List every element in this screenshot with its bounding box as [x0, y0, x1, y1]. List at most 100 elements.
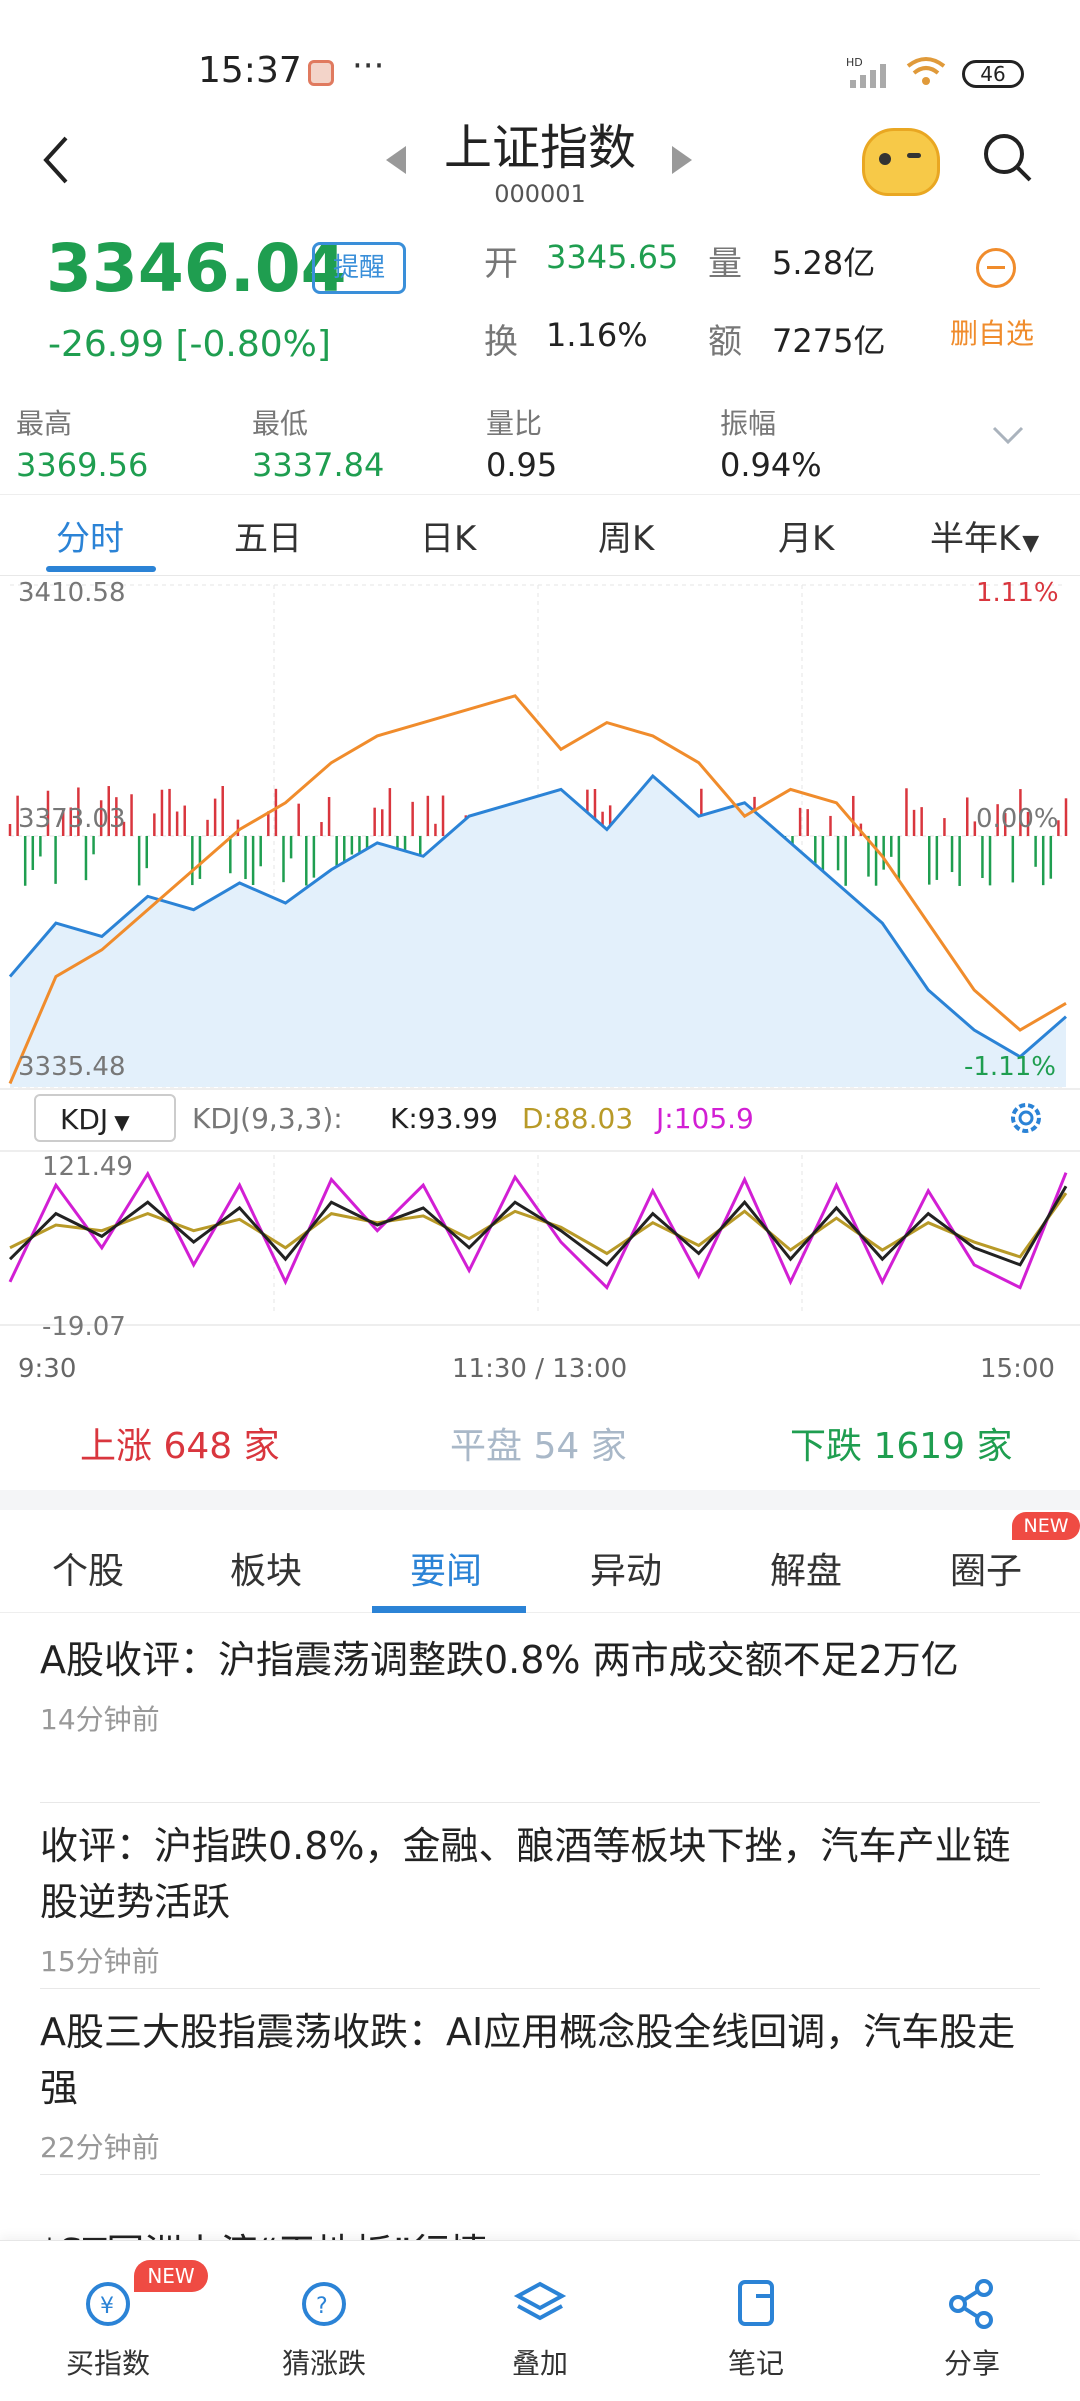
tab-5day[interactable]: 五日	[234, 511, 302, 560]
chevron-down-icon[interactable]	[988, 420, 1028, 450]
up-label: 上涨	[80, 1426, 153, 1467]
market-breadth: 上涨 648 家 平盘 54 家 下跌 1619 家	[0, 1395, 1080, 1485]
tab-headlines[interactable]: 要闻	[410, 1542, 482, 1594]
overlay-label: 叠加	[511, 2347, 568, 2380]
news-title: A股三大股指震荡收跌：AI应用概念股全线回调，汽车股走强	[40, 2010, 1016, 2110]
news-title: A股收评：沪指震荡调整跌0.8% 两市成交额不足2万亿	[40, 1638, 959, 1682]
tab-halfyear-label: 半年K	[930, 519, 1021, 559]
open-label: 开	[484, 244, 518, 284]
tab-active-indicator	[46, 566, 156, 572]
stat-amplitude-value: 0.94%	[720, 446, 822, 484]
intraday-chart[interactable]	[0, 575, 1080, 1345]
amount-label: 额	[708, 322, 742, 362]
guess-icon: ?	[302, 2282, 346, 2326]
buy-index-label: 买指数	[65, 2347, 150, 2380]
kdj-axis-bottom: -19.07	[42, 1312, 126, 1342]
search-icon[interactable]	[980, 130, 1034, 184]
kdj-d-line	[9, 1192, 1068, 1259]
turnover-label: 换	[484, 322, 518, 362]
stat-high-value: 3369.56	[16, 446, 149, 484]
down-unit: 家	[976, 1426, 1013, 1467]
volume-value: 5.28亿	[772, 244, 876, 282]
tab-halfyear[interactable]: 半年K▼	[930, 511, 1039, 560]
network-type: HD	[846, 56, 863, 69]
screen-record-icon	[308, 60, 334, 86]
mascot-icon[interactable]	[862, 128, 940, 196]
time-axis-mid: 11:30 / 13:00	[452, 1354, 628, 1384]
pct-axis-mid: 0.00%	[976, 804, 1059, 834]
price-axis-top: 3410.58	[18, 578, 126, 608]
news-item[interactable]: 收评：沪指跌0.8%，金融、酿酒等板块下挫，汽车产业链股逆势活跃 15分钟前	[40, 1818, 1040, 1980]
flat-label: 平盘	[450, 1426, 523, 1467]
tab-sectors[interactable]: 板块	[230, 1542, 302, 1594]
gear-icon[interactable]	[1004, 1096, 1048, 1140]
status-time: 15:37	[198, 50, 302, 91]
kdj-axis-top: 121.49	[42, 1152, 133, 1182]
news-divider	[40, 2174, 1040, 2175]
current-price: 3346.04	[46, 230, 347, 307]
up-count: 上涨 648 家	[80, 1417, 280, 1469]
news-divider	[40, 1988, 1040, 1989]
news-tab-indicator	[372, 1606, 526, 1613]
tab-monthly[interactable]: 月K	[778, 511, 834, 560]
chart-period-tabs: 分时 五日 日K 周K 月K 半年K▼	[0, 494, 1080, 576]
guess-button[interactable]: ? 猜涨跌	[254, 2276, 394, 2382]
pct-axis-top: 1.11%	[976, 578, 1059, 608]
turnover-value: 1.16%	[546, 316, 648, 354]
kdj-j-value: J:105.9	[656, 1102, 754, 1135]
flat-number: 54	[533, 1426, 580, 1467]
stat-volratio-label: 量比	[486, 407, 543, 440]
open-value: 3345.65	[546, 238, 679, 276]
stat-high-label: 最高	[16, 407, 73, 440]
price-axis-bottom: 3335.48	[18, 1052, 126, 1082]
price-change: -26.99 [-0.80%]	[48, 324, 331, 365]
svg-text:¥: ¥	[100, 2294, 114, 2319]
down-label: 下跌	[790, 1426, 863, 1467]
time-axis-start: 9:30	[18, 1354, 77, 1384]
kdj-d-value: D:88.03	[522, 1102, 634, 1135]
volume-label: 量	[708, 244, 742, 284]
wifi-icon	[906, 57, 946, 85]
share-button[interactable]: 分享	[902, 2276, 1042, 2382]
remind-button[interactable]: 提醒	[312, 242, 406, 294]
stat-low-label: 最低	[252, 407, 309, 440]
tab-intraday[interactable]: 分时	[56, 511, 124, 560]
signal-icon: HD	[846, 56, 886, 88]
new-badge: NEW	[134, 2260, 208, 2292]
tab-analysis[interactable]: 解盘	[770, 1542, 842, 1594]
layers-icon	[513, 2281, 567, 2321]
tab-stocks[interactable]: 个股	[52, 1542, 124, 1594]
news-time: 14分钟前	[40, 1703, 160, 1736]
flat-unit: 家	[590, 1426, 627, 1467]
notes-label: 笔记	[727, 2347, 784, 2380]
remove-favorite-icon[interactable]	[976, 248, 1016, 288]
tab-movers[interactable]: 异动	[590, 1542, 662, 1594]
remove-favorite-button[interactable]: 删自选	[950, 312, 1034, 352]
guess-label: 猜涨跌	[281, 2347, 366, 2380]
kdj-params: KDJ(9,3,3):	[192, 1102, 343, 1135]
stat-volratio-value: 0.95	[486, 446, 558, 484]
stat-amplitude-label: 振幅	[720, 407, 777, 440]
news-divider	[40, 1802, 1040, 1803]
overlay-button[interactable]: 叠加	[470, 2276, 610, 2382]
news-item[interactable]: A股收评：沪指震荡调整跌0.8% 两市成交额不足2万亿 14分钟前	[40, 1632, 1040, 1738]
flat-count: 平盘 54 家	[450, 1417, 627, 1469]
news-title: 收评：沪指跌0.8%，金融、酿酒等板块下挫，汽车产业链股逆势活跃	[40, 1824, 1011, 1924]
price-axis-mid: 3373.03	[18, 804, 126, 834]
indicator-selector[interactable]: KDJ ▼	[34, 1094, 176, 1142]
note-icon	[738, 2280, 774, 2326]
battery-icon: 46	[962, 60, 1024, 88]
indicator-selector-label: KDJ	[60, 1103, 109, 1136]
notes-button[interactable]: 笔记	[686, 2276, 826, 2382]
tab-weekly[interactable]: 周K	[598, 511, 654, 560]
stat-low-value: 3337.84	[252, 446, 385, 484]
up-number: 648	[163, 1426, 233, 1467]
next-index-arrow-icon[interactable]	[672, 146, 692, 174]
news-item[interactable]: A股三大股指震荡收跌：AI应用概念股全线回调，汽车股走强 22分钟前	[40, 2004, 1040, 2166]
share-icon	[949, 2279, 993, 2329]
tab-daily[interactable]: 日K	[420, 511, 476, 560]
down-count: 下跌 1619 家	[790, 1417, 1013, 1469]
tab-circle[interactable]: 圈子	[950, 1542, 1022, 1594]
section-divider	[0, 1490, 1080, 1510]
time-axis-end: 15:00	[980, 1354, 1055, 1384]
